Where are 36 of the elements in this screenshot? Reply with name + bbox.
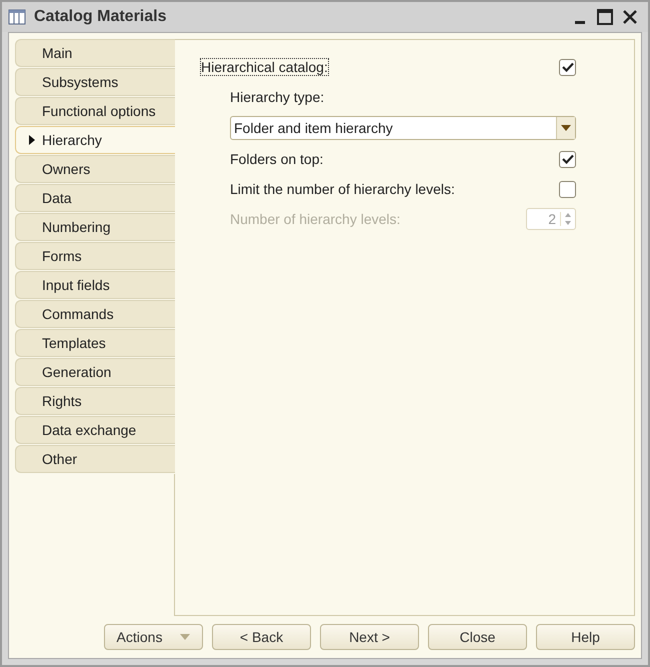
checkbox[interactable] xyxy=(559,180,576,198)
dialog-button[interactable]: < Back xyxy=(212,624,311,650)
dropdown-arrow-icon[interactable] xyxy=(561,125,571,131)
tab[interactable]: Input fields xyxy=(15,271,175,299)
tab[interactable]: Rights xyxy=(15,387,175,415)
tab[interactable]: Data xyxy=(15,184,175,212)
tab[interactable]: Owners xyxy=(15,155,175,183)
tab[interactable]: Subsystems xyxy=(15,68,175,96)
tab[interactable]: Templates xyxy=(15,329,175,357)
field-label: Number of hierarchy levels: xyxy=(230,211,400,227)
window-title: Catalog Materials xyxy=(34,8,166,26)
checkbox[interactable] xyxy=(559,150,576,168)
tab[interactable]: Generation xyxy=(15,358,175,386)
tab[interactable]: Forms xyxy=(15,242,175,270)
actions-menu-button[interactable]: Actions xyxy=(104,624,203,650)
tab[interactable]: Functional options xyxy=(15,97,175,125)
hierarchy-type-dropdown[interactable]: Folder and item hierarchy xyxy=(230,116,576,140)
dialog-button[interactable]: Close xyxy=(428,624,527,650)
maximize-icon[interactable] xyxy=(596,8,614,26)
close-icon[interactable] xyxy=(622,9,638,25)
field-label: Hierarchical catalog: xyxy=(201,59,328,75)
dialog-button[interactable]: Help xyxy=(536,624,635,650)
tab[interactable]: Data exchange xyxy=(15,416,175,444)
field-label: Hierarchy type: xyxy=(230,89,324,105)
tab[interactable]: Other xyxy=(15,445,175,473)
field-label: Limit the number of hierarchy levels: xyxy=(230,181,455,197)
tab[interactable]: Hierarchy xyxy=(15,126,175,154)
dialog-button[interactable]: Next > xyxy=(320,624,419,650)
catalog-icon xyxy=(8,9,26,25)
tab[interactable]: Numbering xyxy=(15,213,175,241)
field-label: Folders on top: xyxy=(230,151,324,167)
tab[interactable]: Commands xyxy=(15,300,175,328)
tab[interactable]: Main xyxy=(15,39,175,67)
triangle-icon xyxy=(28,134,36,146)
caret-icon xyxy=(180,634,190,640)
checkbox[interactable] xyxy=(559,58,576,76)
